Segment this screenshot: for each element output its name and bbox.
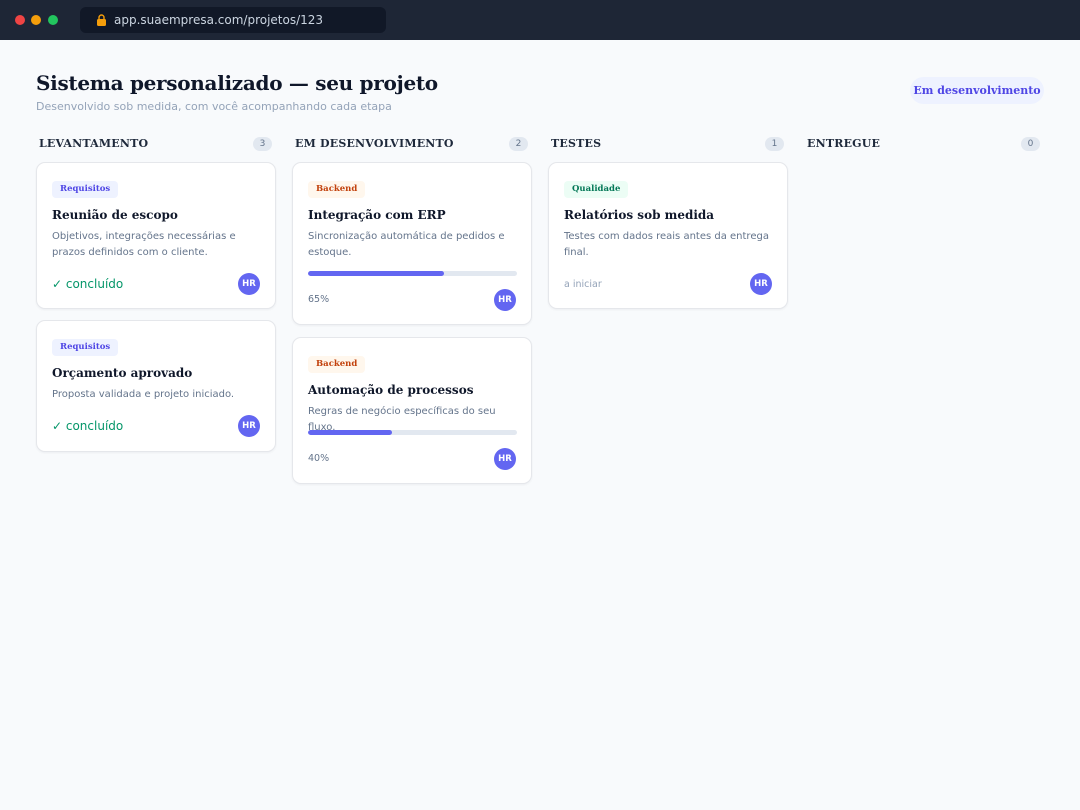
card-status: ✓ concluído — [52, 419, 124, 433]
progress-bar — [308, 430, 517, 435]
task-card-orcamento-aprovado[interactable]: Requisitos Orçamento aprovado Proposta v… — [36, 320, 276, 452]
page-title: Sistema personalizado — seu projeto — [36, 71, 438, 95]
column-title: ENTREGUE — [807, 137, 881, 150]
card-tag: Backend — [308, 356, 366, 373]
column-title: EM DESENVOLVIMENTO — [295, 137, 454, 150]
progress-label: 65% — [308, 294, 330, 305]
card-status: a iniciar — [564, 279, 602, 290]
url-text: app.suaempresa.com/projetos/123 — [114, 13, 324, 27]
progress-bar-fill — [308, 271, 444, 276]
project-status-badge: Em desenvolvimento — [910, 77, 1044, 104]
close-window-button[interactable] — [15, 15, 25, 25]
lock-icon — [97, 14, 106, 26]
column-title: TESTES — [551, 137, 602, 150]
browser-chrome: app.suaempresa.com/projetos/123 — [0, 0, 1080, 40]
assignee-avatar[interactable]: HR — [494, 448, 516, 470]
column-header-em-desenvolvimento: EM DESENVOLVIMENTO 2 — [292, 136, 528, 152]
maximize-window-button[interactable] — [48, 15, 58, 25]
card-status: ✓ concluído — [52, 277, 124, 291]
card-title: Automação de processos — [308, 383, 474, 397]
minimize-window-button[interactable] — [31, 15, 41, 25]
progress-label: 40% — [308, 453, 330, 464]
progress-bar — [308, 271, 517, 276]
task-card-automacao-de-processos[interactable]: Backend Automação de processos Regras de… — [292, 337, 532, 484]
progress-bar-fill — [308, 430, 392, 435]
task-card-relatorios-sob-medida[interactable]: Qualidade Relatórios sob medida Testes c… — [548, 162, 788, 309]
assignee-avatar[interactable]: HR — [750, 273, 772, 295]
column-title: LEVANTAMENTO — [39, 137, 149, 150]
card-tag: Backend — [308, 181, 366, 198]
card-tag: Requisitos — [52, 339, 119, 356]
card-title: Relatórios sob medida — [564, 208, 715, 222]
column-header-entregue: ENTREGUE 0 — [804, 136, 1040, 152]
card-title: Reunião de escopo — [52, 208, 178, 222]
card-description: Proposta validada e projeto iniciado. — [52, 389, 235, 400]
column-count-badge: 3 — [253, 137, 272, 151]
card-title: Integração com ERP — [308, 208, 446, 222]
card-description: Sincronização automática de pedidos e es… — [308, 231, 505, 258]
card-description: Testes com dados reais antes da entrega … — [564, 231, 769, 258]
column-count-badge: 0 — [1021, 137, 1040, 151]
card-tag: Qualidade — [564, 181, 629, 198]
card-title: Orçamento aprovado — [52, 366, 193, 380]
assignee-avatar[interactable]: HR — [238, 415, 260, 437]
page-subtitle: Desenvolvido sob medida, com você acompa… — [36, 100, 392, 113]
task-card-integracao-com-erp[interactable]: Backend Integração com ERP Sincronização… — [292, 162, 532, 325]
card-description: Objetivos, integrações necessárias e pra… — [52, 231, 236, 258]
address-bar[interactable]: app.suaempresa.com/projetos/123 — [80, 7, 386, 33]
assignee-avatar[interactable]: HR — [238, 273, 260, 295]
column-count-badge: 1 — [765, 137, 784, 151]
column-header-testes: TESTES 1 — [548, 136, 784, 152]
column-count-badge: 2 — [509, 137, 528, 151]
column-header-levantamento: LEVANTAMENTO 3 — [36, 136, 272, 152]
assignee-avatar[interactable]: HR — [494, 289, 516, 311]
task-card-reuniao-de-escopo[interactable]: Requisitos Reunião de escopo Objetivos, … — [36, 162, 276, 309]
card-tag: Requisitos — [52, 181, 119, 198]
